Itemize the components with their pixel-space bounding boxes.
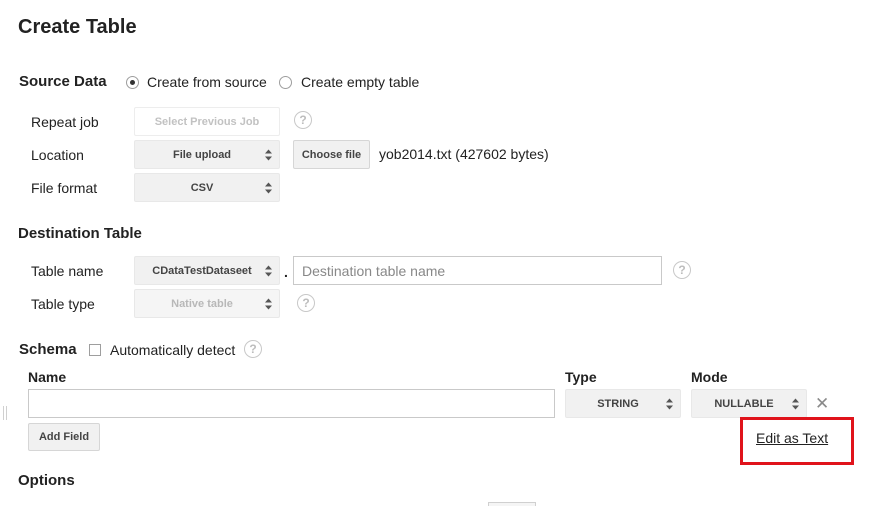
schema-column-type-header: Type (565, 369, 597, 385)
dataset-select-value: CDataTestDataseet (152, 264, 252, 277)
table-name-help-icon[interactable]: ? (673, 261, 691, 279)
select-arrows-icon (792, 398, 799, 409)
edit-as-text-link[interactable]: Edit as Text (756, 430, 828, 446)
file-info-text: yob2014.txt (427602 bytes) (379, 146, 549, 162)
choose-file-button[interactable]: Choose file (293, 140, 370, 169)
table-type-select-value: Native table (171, 297, 233, 310)
table-type-label: Table type (31, 296, 95, 312)
resize-handle[interactable] (3, 406, 4, 420)
radio-create-empty-table[interactable] (279, 76, 292, 89)
auto-detect-checkbox[interactable] (89, 344, 101, 356)
select-arrows-icon (265, 265, 272, 276)
options-partial-control[interactable] (488, 502, 536, 506)
schema-field-type-value: STRING (597, 397, 639, 410)
radio-create-from-source-label[interactable]: Create from source (147, 74, 267, 90)
select-arrows-icon (265, 149, 272, 160)
schema-column-mode-header: Mode (691, 369, 728, 385)
radio-create-from-source[interactable] (126, 76, 139, 89)
repeat-job-help-icon[interactable]: ? (294, 111, 312, 129)
table-type-help-icon[interactable]: ? (297, 294, 315, 312)
schema-field-type-select[interactable]: STRING (565, 389, 681, 418)
destination-table-name-placeholder: Destination table name (302, 262, 446, 279)
table-name-label: Table name (31, 263, 104, 279)
select-previous-job-button[interactable]: Select Previous Job (134, 107, 280, 136)
resize-handle-line (6, 406, 7, 420)
table-type-select[interactable]: Native table (134, 289, 280, 318)
schema-help-icon[interactable]: ? (244, 340, 262, 358)
options-heading: Options (18, 472, 75, 489)
destination-table-name-input[interactable]: Destination table name (293, 256, 662, 285)
remove-field-close-icon[interactable]: ✕ (815, 394, 829, 414)
source-data-heading: Source Data (19, 73, 107, 90)
schema-heading: Schema (19, 341, 77, 358)
add-field-button[interactable]: Add Field (28, 423, 100, 451)
schema-field-name-input[interactable] (28, 389, 555, 418)
auto-detect-label[interactable]: Automatically detect (110, 342, 235, 358)
select-arrows-icon (666, 398, 673, 409)
dataset-select[interactable]: CDataTestDataseet (134, 256, 280, 285)
page-title: Create Table (18, 16, 137, 38)
file-format-label: File format (31, 180, 98, 196)
destination-table-heading: Destination Table (18, 225, 142, 242)
radio-create-empty-table-label[interactable]: Create empty table (301, 74, 419, 90)
select-arrows-icon (265, 182, 272, 193)
location-select[interactable]: File upload (134, 140, 280, 169)
schema-field-mode-value: NULLABLE (714, 397, 774, 410)
select-arrows-icon (265, 298, 272, 309)
schema-field-mode-select[interactable]: NULLABLE (691, 389, 807, 418)
file-format-select[interactable]: CSV (134, 173, 280, 202)
schema-column-name-header: Name (28, 369, 67, 385)
location-label: Location (31, 147, 84, 163)
dataset-table-separator: . (284, 264, 288, 280)
repeat-job-label: Repeat job (31, 114, 99, 130)
file-format-select-value: CSV (190, 181, 214, 194)
location-select-value: File upload (172, 148, 232, 161)
